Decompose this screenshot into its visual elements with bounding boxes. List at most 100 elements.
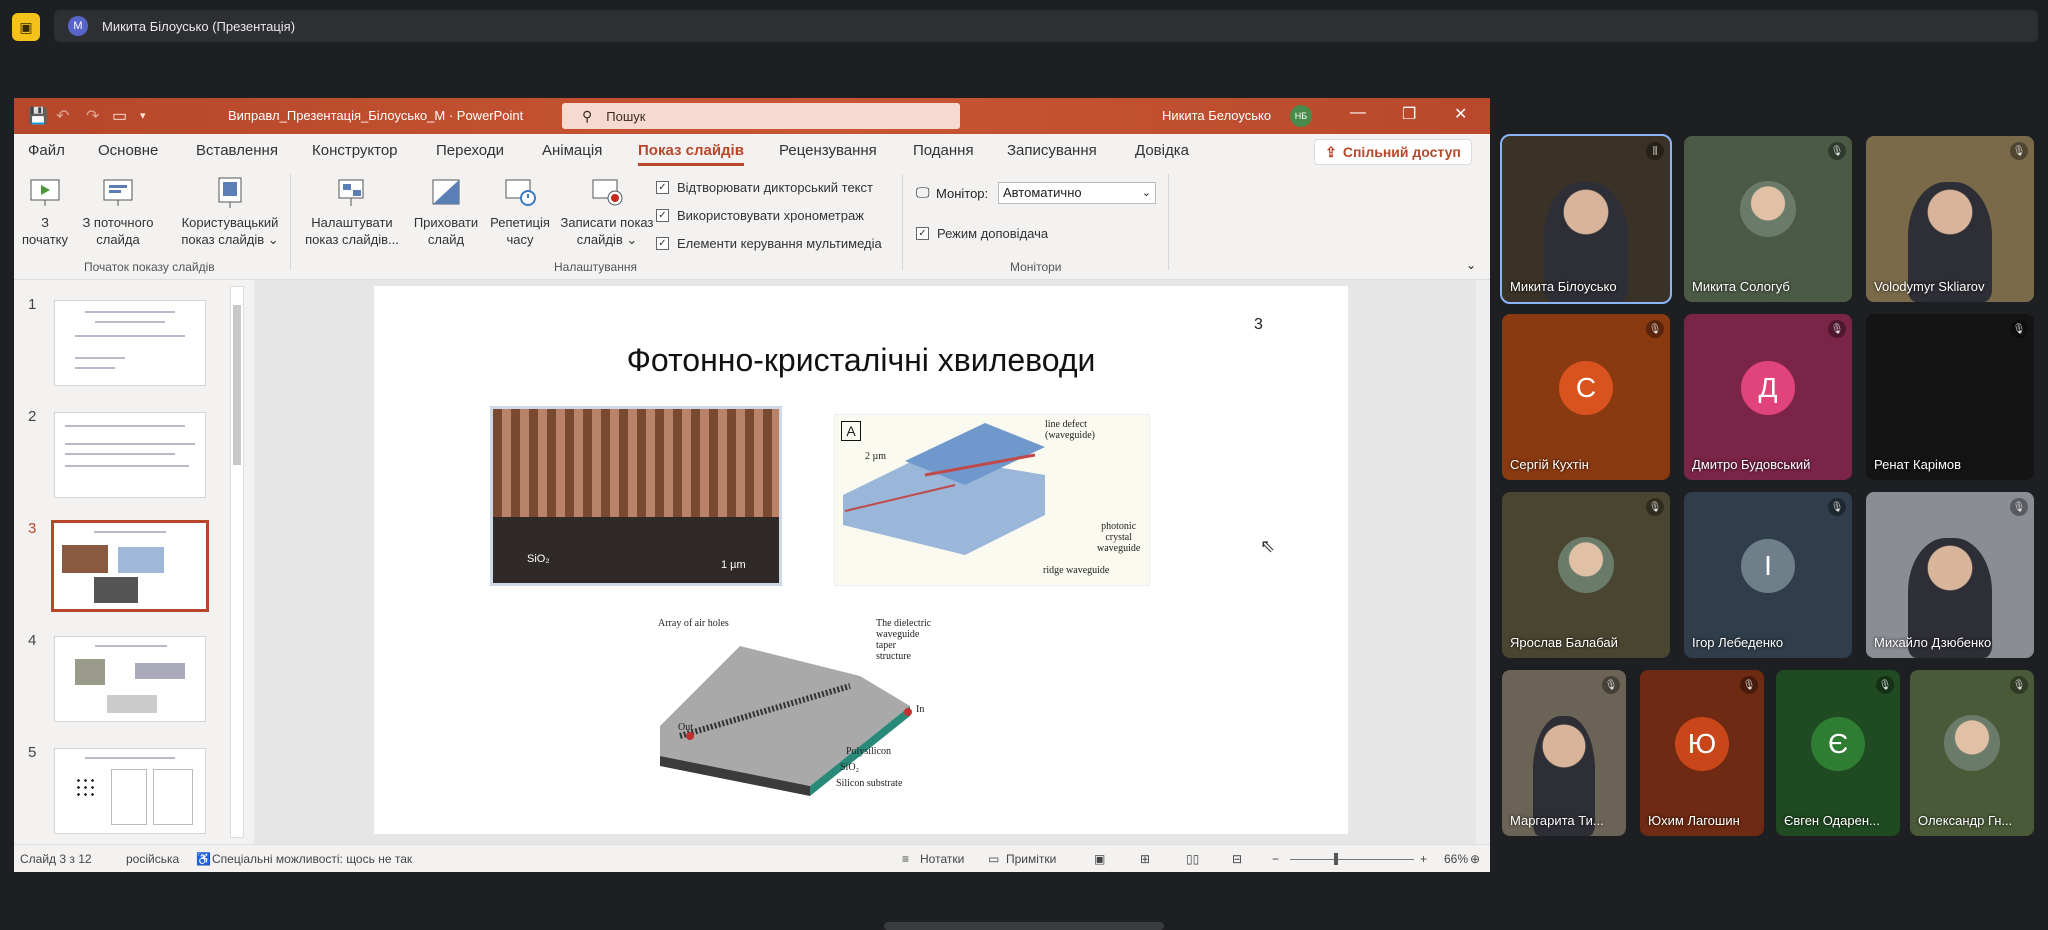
present-icon[interactable]: ▭ — [112, 106, 127, 126]
narration-checkbox[interactable]: ✓ Відтворювати дикторський текст — [656, 180, 873, 195]
participant-avatar: С — [1559, 361, 1613, 415]
timings-checkbox[interactable]: ✓ Використовувати хронометраж — [656, 208, 864, 223]
document-title: Виправл_Презентація_Білоусько_М · PowerP… — [228, 108, 524, 123]
rehearse-timings-button[interactable]: Репетиція часу — [484, 176, 556, 248]
tab-file[interactable]: Файл — [28, 142, 65, 159]
slide-number: 3 — [1254, 316, 1263, 333]
presenter-chip[interactable]: М Микита Білоусько (Презентація) — [54, 10, 2038, 42]
setup-show-button[interactable]: Налаштувати показ слайдів... — [302, 176, 402, 248]
slide-thumbnail-2[interactable] — [54, 412, 206, 498]
tab-help[interactable]: Довідка — [1135, 142, 1189, 159]
slide-scrollbar[interactable] — [1476, 280, 1490, 844]
notes-button[interactable]: Нотатки — [920, 852, 964, 866]
hide-slide-label: Приховати слайд — [413, 215, 479, 247]
comments-button[interactable]: Примітки — [1006, 852, 1056, 866]
accessibility-status[interactable]: Спеціальні можливості: щось не так — [212, 852, 412, 866]
tab-animations[interactable]: Анімація — [542, 142, 602, 159]
timings-label: Використовувати хронометраж — [677, 208, 864, 223]
minimize-icon[interactable]: — — [1350, 104, 1366, 122]
redo-icon[interactable]: ↷ — [86, 106, 99, 126]
participant-tile[interactable]: Д 🎙 Дмитро Будовський — [1684, 314, 1852, 480]
participant-tile[interactable]: 🎙 Volodymyr Skliarov — [1866, 136, 2034, 302]
tab-insert[interactable]: Вставлення — [196, 142, 278, 159]
chevron-down-icon: ⌄ — [1141, 187, 1151, 199]
from-current-label: З поточного слайда — [82, 215, 154, 247]
participant-tile[interactable]: 🎙 Ярослав Балабай — [1502, 492, 1670, 658]
undo-icon[interactable]: ↶ — [56, 106, 69, 126]
search-input[interactable]: ⚲ Пошук — [562, 103, 960, 129]
taper-structure-image[interactable]: Array of air holes The dielectric wavegu… — [650, 616, 934, 808]
participant-tile[interactable]: 🎙 Маргарита Ти... — [1502, 670, 1626, 836]
participant-name: Олександр Гн... — [1918, 813, 2013, 828]
meet-logo-icon: ▣ — [12, 13, 40, 41]
tab-review[interactable]: Рецензування — [779, 142, 877, 159]
participant-avatar: Д — [1741, 361, 1795, 415]
slideshow-view-icon[interactable]: ⊟ — [1232, 852, 1242, 866]
image-label: Silicon substrate — [836, 778, 903, 789]
close-icon[interactable]: ✕ — [1454, 104, 1467, 124]
custom-show-button[interactable]: Користувацький показ слайдів ⌄ — [172, 176, 288, 248]
collapse-ribbon-icon[interactable]: ⌄ — [1466, 258, 1476, 272]
mic-muted-icon: 🎙 — [2010, 498, 2028, 516]
normal-view-icon[interactable]: ▣ — [1094, 852, 1105, 866]
slide-thumbnail-4[interactable] — [54, 636, 206, 722]
monitor-select[interactable]: Автоматично ⌄ — [998, 182, 1156, 204]
fit-to-window-icon[interactable]: ⊕ — [1470, 852, 1480, 866]
from-current-button[interactable]: З поточного слайда — [76, 176, 160, 248]
ribbon-separator — [1168, 174, 1169, 270]
tab-view[interactable]: Подання — [913, 142, 974, 159]
customize-qat-icon[interactable]: ▾ — [140, 109, 146, 122]
participant-tile[interactable]: І 🎙 Ігор Лебеденко — [1684, 492, 1852, 658]
tab-slideshow[interactable]: Показ слайдів — [638, 142, 744, 166]
slide-thumbnail-5[interactable] — [54, 748, 206, 834]
zoom-level[interactable]: 66% — [1444, 852, 1468, 866]
participant-tile[interactable]: 🎙 Микита Сологуб — [1684, 136, 1852, 302]
participant-tile[interactable]: Є 🎙 Євген Одарен... — [1776, 670, 1900, 836]
comments-icon: ▭ — [988, 852, 1000, 866]
user-name[interactable]: Никита Белоусько — [1162, 108, 1271, 123]
from-beginning-button[interactable]: З початку — [22, 176, 68, 248]
tab-design[interactable]: Конструктор — [312, 142, 398, 159]
group-label-start: Початок показу слайдів — [84, 260, 215, 274]
zoom-in-icon[interactable]: + — [1420, 852, 1427, 866]
presenter-view-checkbox[interactable]: ✓ Режим доповідача — [916, 226, 1048, 241]
slide-sorter-icon[interactable]: ⊞ — [1140, 852, 1150, 866]
thumbnail-scrollbar[interactable] — [230, 286, 244, 838]
zoom-slider[interactable] — [1290, 853, 1414, 865]
current-slide[interactable]: 3 Фотонно-кристалічні хвилеводи SiO₂ 1 µ… — [374, 286, 1348, 834]
participant-name: Юхим Лагошин — [1648, 813, 1740, 828]
tab-record[interactable]: Записування — [1007, 142, 1097, 159]
participant-name: Volodymyr Skliarov — [1874, 279, 1985, 294]
hide-slide-button[interactable]: Приховати слайд — [404, 176, 488, 248]
zoom-out-icon[interactable]: − — [1272, 852, 1279, 866]
share-button[interactable]: ⇪ Спільний доступ — [1314, 139, 1472, 165]
participant-tile[interactable]: 🎙 Михайло Дзюбенко — [1866, 492, 2034, 658]
mic-muted-icon: 🎙 — [1828, 320, 1846, 338]
user-avatar[interactable]: НБ — [1290, 105, 1312, 127]
play-slide-icon — [30, 179, 60, 206]
record-show-button[interactable]: Записати показ слайдів ⌄ — [552, 176, 662, 248]
slide-title[interactable]: Фотонно-кристалічні хвилеводи — [374, 342, 1348, 379]
participant-tile[interactable]: 🎙 Олександр Гн... — [1910, 670, 2034, 836]
restore-icon[interactable]: ❐ — [1402, 104, 1416, 124]
slide-thumbnail-1[interactable] — [54, 300, 206, 386]
tab-home[interactable]: Основне — [98, 142, 158, 159]
mic-muted-icon: 🎙 — [1876, 676, 1894, 694]
save-icon[interactable]: 💾 — [28, 106, 48, 126]
mic-muted-icon: 🎙 — [1646, 498, 1664, 516]
reading-view-icon[interactable]: ▯▯ — [1186, 852, 1199, 866]
tab-transitions[interactable]: Переходи — [436, 142, 504, 159]
participant-tile[interactable]: 🎙 Ренат Карімов — [1866, 314, 2034, 480]
custom-show-label: Користувацький показ слайдів ⌄ — [181, 215, 279, 247]
image-label: SiO₂ — [840, 762, 860, 773]
waveguide-diagram-image[interactable]: A 2 µm line defect (waveguide) photonic … — [834, 414, 1150, 586]
language-indicator[interactable]: російська — [126, 852, 179, 866]
participant-tile[interactable]: ⫼ Микита Білоусько — [1500, 134, 1672, 304]
slide-thumbnail-3-selected[interactable] — [51, 520, 209, 612]
sem-photo-image[interactable]: SiO₂ 1 µm — [490, 406, 782, 586]
narration-label: Відтворювати дикторський текст — [677, 180, 873, 195]
media-controls-checkbox[interactable]: ✓ Елементи керування мультимедіа — [656, 236, 882, 251]
setup-show-label: Налаштувати показ слайдів... — [305, 215, 399, 247]
participant-tile[interactable]: Ю 🎙 Юхим Лагошин — [1640, 670, 1764, 836]
participant-tile[interactable]: С 🎙 Сергій Кухтін — [1502, 314, 1670, 480]
